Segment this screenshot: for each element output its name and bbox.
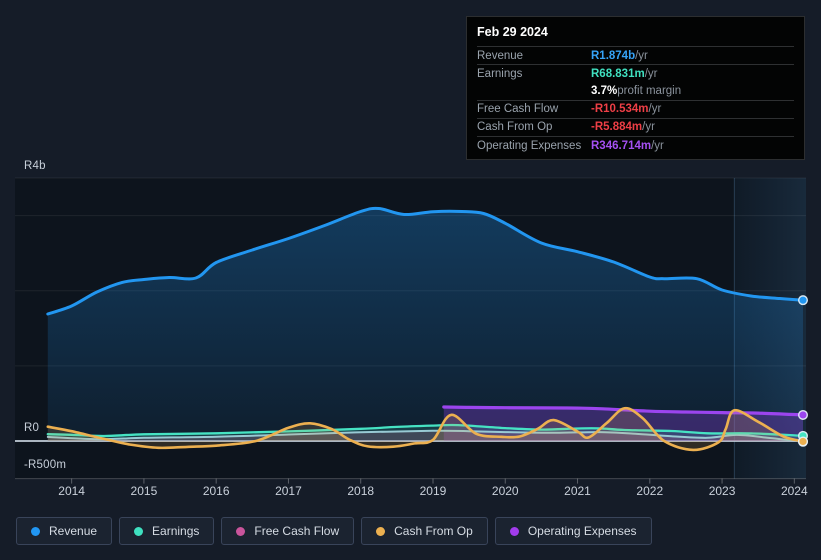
tooltip-row-label: Cash From Op [477,121,553,134]
x-axis-label-2016: 2016 [202,484,230,498]
x-axis-label-2023: 2023 [708,484,736,498]
x-axis-label-2018: 2018 [347,484,375,498]
tooltip-row-label: Operating Expenses [477,139,582,152]
tooltip-row-value: -R10.534m [591,103,649,116]
x-axis-label-2014: 2014 [58,484,85,498]
tooltip-row-unit: /yr [648,103,662,116]
tooltip-row-unit: /yr [644,67,658,80]
chart-legend: Revenue Earnings Free Cash Flow Cash From O… [16,517,652,545]
y-axis-label-max: R4b [24,160,46,172]
tooltip-row-label: Revenue [477,49,524,62]
endpoint-marker-revenue[interactable] [798,295,809,306]
legend-item-free-cash-flow[interactable]: Free Cash Flow [221,517,355,545]
tooltip-row-unit: /yr [635,49,648,62]
tooltip-row-profit-margin: 3.7% profit margin [477,82,794,99]
cash-from-op-series-dot-icon [376,526,386,536]
operating-expenses-series-dot-icon [509,526,519,536]
tooltip-row-revenue: Revenue R1.874b /yr [477,46,794,64]
tooltip-row-free-cash-flow: Free Cash Flow -R10.534m /yr [477,99,794,118]
earnings-series-dot-icon [134,526,144,536]
tooltip-row-earnings: Earnings R68.831m /yr [477,64,794,82]
tooltip-row-value: -R5.884m [591,121,643,134]
tooltip-row-value: 3.7% [591,84,618,97]
legend-item-revenue[interactable]: Revenue [16,517,113,545]
tooltip-row-unit: /yr [642,121,655,134]
x-axis-label-2019: 2019 [419,484,447,498]
tooltip-row-cash-from-op: Cash From Op -R5.884m /yr [477,117,794,136]
chart-tooltip: Feb 29 2024 Revenue R1.874b /yr Earnings R6… [466,16,805,161]
x-axis-label-2022: 2022 [636,484,664,498]
x-axis-label-2024: 2024 [780,484,808,498]
x-axis-label-2020: 2020 [491,484,519,498]
x-axis-label-2017: 2017 [275,484,302,498]
y-axis-label-zero: R0 [24,422,40,434]
series-area-revenue [47,208,804,441]
x-axis-label-2015: 2015 [130,484,158,498]
y-axis-label-min: -R500m [24,459,67,471]
x-axis-label-2021: 2021 [564,484,591,498]
tooltip-row-label: Free Cash Flow [477,103,559,116]
endpoint-marker-operating-expenses[interactable] [798,409,809,420]
endpoint-marker-cash-from-op[interactable] [798,436,809,447]
tooltip-row-value: R68.831m [591,67,645,80]
tooltip-row-operating-expenses: Operating Expenses R346.714m /yr [477,135,794,154]
legend-item-label: Earnings [152,524,200,538]
earnings-revenue-history-panel: R4b R0 -R500m 2014 2015 2016 2017 2018 2019 20… [0,0,821,560]
tooltip-row-value: R346.714m [591,139,652,152]
legend-item-operating-expenses[interactable]: Operating Expenses [494,517,652,545]
legend-item-earnings[interactable]: Earnings [119,517,215,545]
tooltip-row-unit: profit margin [617,84,682,97]
legend-item-label: Free Cash Flow [254,524,340,538]
tooltip-date: Feb 29 2024 [477,25,548,39]
tooltip-row-unit: /yr [651,139,664,152]
revenue-series-dot-icon [31,526,40,536]
tooltip-row-value: R1.874b [591,49,636,62]
tooltip-row-label: Earnings [477,67,523,80]
legend-item-cash-from-op[interactable]: Cash From Op [361,517,488,545]
free-cash-flow-series-dot-icon [236,526,246,536]
legend-item-label: Cash From Op [394,524,473,538]
legend-item-label: Operating Expenses [527,524,637,538]
legend-item-label: Revenue [49,524,98,538]
